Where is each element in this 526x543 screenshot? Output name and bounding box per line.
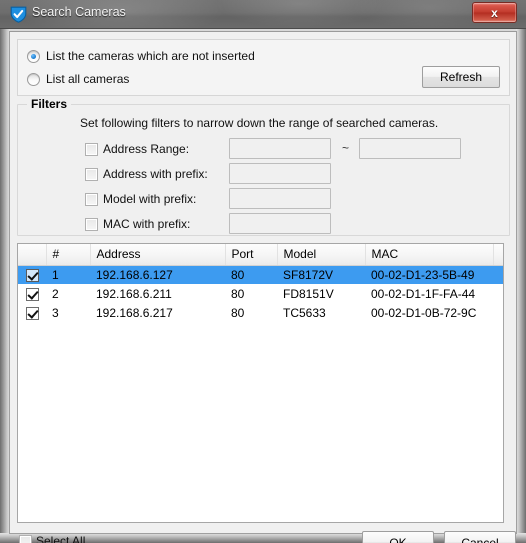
cell-spacer: [493, 265, 503, 284]
cell-index: 3: [52, 305, 59, 320]
cell-address: 192.168.6.217: [96, 305, 173, 320]
cell-port: 80: [231, 286, 245, 301]
row-checkbox-cell[interactable]: [18, 265, 46, 284]
cell-mac: 00-02-D1-0B-72-9C: [371, 305, 477, 320]
table-row[interactable]: 3 192.168.6.217 80 TC5633 00-02-D1-0B-72…: [18, 303, 503, 322]
list-mode-panel: List the cameras which are not inserted …: [17, 39, 510, 96]
filters-legend: Filters: [27, 97, 72, 111]
cell-model: TC5633: [283, 305, 326, 320]
column-header-spacer: [493, 244, 503, 266]
column-header-model[interactable]: Model: [277, 244, 366, 266]
camera-list-table[interactable]: # Address Port Model MAC 1 192.168.6.127…: [17, 243, 504, 523]
cell-port: 80: [231, 305, 245, 320]
radio-label-list-all: List all cameras: [46, 72, 130, 86]
checkbox-address-prefix[interactable]: [85, 167, 98, 181]
dialog-footer: Select All OK Cancel: [17, 528, 516, 543]
row-checkbox-cell[interactable]: [18, 284, 46, 303]
column-header-mac[interactable]: MAC: [365, 244, 494, 266]
select-all-control[interactable]: Select All: [19, 534, 85, 543]
checkbox-mac-prefix[interactable]: [85, 217, 98, 231]
table-row[interactable]: 2 192.168.6.211 80 FD8151V 00-02-D1-1F-F…: [18, 284, 503, 303]
refresh-button[interactable]: Refresh: [422, 66, 500, 88]
filter-mac-prefix[interactable]: MAC with prefix:: [85, 215, 190, 233]
filter-label-address-range: Address Range:: [103, 142, 190, 156]
radio-label-not-inserted: List the cameras which are not inserted: [46, 49, 255, 63]
dialog-client: List the cameras which are not inserted …: [9, 31, 517, 543]
title-bar[interactable]: Search Cameras x: [0, 0, 526, 29]
checkbox-row-1[interactable]: [25, 269, 39, 283]
input-model-prefix[interactable]: [229, 188, 331, 209]
filter-address-prefix[interactable]: Address with prefix:: [85, 165, 208, 183]
cell-spacer: [493, 303, 503, 322]
radio-icon-selected: [27, 49, 40, 63]
column-header-check[interactable]: [18, 244, 47, 266]
close-button[interactable]: x: [472, 2, 517, 23]
filter-address-range[interactable]: Address Range:: [85, 140, 189, 158]
cell-port: 80: [225, 265, 277, 284]
radio-list-not-inserted[interactable]: List the cameras which are not inserted: [27, 49, 255, 63]
table-header-row: # Address Port Model MAC: [18, 244, 503, 266]
radio-icon-unselected: [27, 72, 40, 86]
filter-model-prefix[interactable]: Model with prefix:: [85, 190, 196, 208]
checkbox-row-3[interactable]: [25, 307, 39, 321]
cell-address: 192.168.6.127: [90, 265, 225, 284]
radio-list-all[interactable]: List all cameras: [27, 72, 129, 86]
checkbox-select-all[interactable]: [19, 534, 32, 543]
input-address-range-start[interactable]: [229, 138, 331, 159]
select-all-label: Select All: [36, 534, 86, 543]
filter-label-address-prefix: Address with prefix:: [103, 167, 208, 181]
window-border-right: [516, 0, 526, 543]
checkbox-address-range[interactable]: [85, 142, 98, 156]
input-address-prefix[interactable]: [229, 163, 331, 184]
blue-shield-check-icon: [10, 6, 27, 23]
cell-address: 192.168.6.211: [96, 286, 172, 301]
column-header-index[interactable]: #: [46, 244, 91, 266]
column-header-port[interactable]: Port: [225, 244, 278, 266]
cell-index: 1: [46, 265, 90, 284]
input-mac-prefix[interactable]: [229, 213, 331, 234]
column-header-address[interactable]: Address: [90, 244, 226, 266]
table-row[interactable]: 1 192.168.6.127 80 SF8172V 00-02-D1-23-5…: [18, 265, 503, 284]
cell-mac: 00-02-D1-1F-FA-44: [371, 286, 476, 301]
cell-mac: 00-02-D1-23-5B-49: [365, 265, 493, 284]
dialog-window: Search Cameras x List the cameras which …: [0, 0, 526, 543]
input-address-range-end[interactable]: [359, 138, 461, 159]
ok-button[interactable]: OK: [362, 531, 434, 543]
checkbox-model-prefix[interactable]: [85, 192, 98, 206]
cancel-button[interactable]: Cancel: [444, 531, 516, 543]
filter-label-model-prefix: Model with prefix:: [103, 192, 197, 206]
filters-group: Filters Set following filters to narrow …: [17, 97, 510, 236]
cell-spacer: [493, 284, 503, 303]
cell-index: 2: [52, 286, 59, 301]
row-checkbox-cell[interactable]: [18, 303, 46, 322]
checkbox-row-2[interactable]: [25, 288, 39, 302]
filters-description: Set following filters to narrow down the…: [80, 116, 439, 130]
filter-label-mac-prefix: MAC with prefix:: [103, 217, 191, 231]
cell-model: FD8151V: [283, 286, 334, 301]
range-separator: ~: [342, 141, 350, 155]
close-icon: x: [491, 5, 498, 20]
window-title: Search Cameras: [32, 5, 126, 19]
cell-model: SF8172V: [277, 265, 365, 284]
